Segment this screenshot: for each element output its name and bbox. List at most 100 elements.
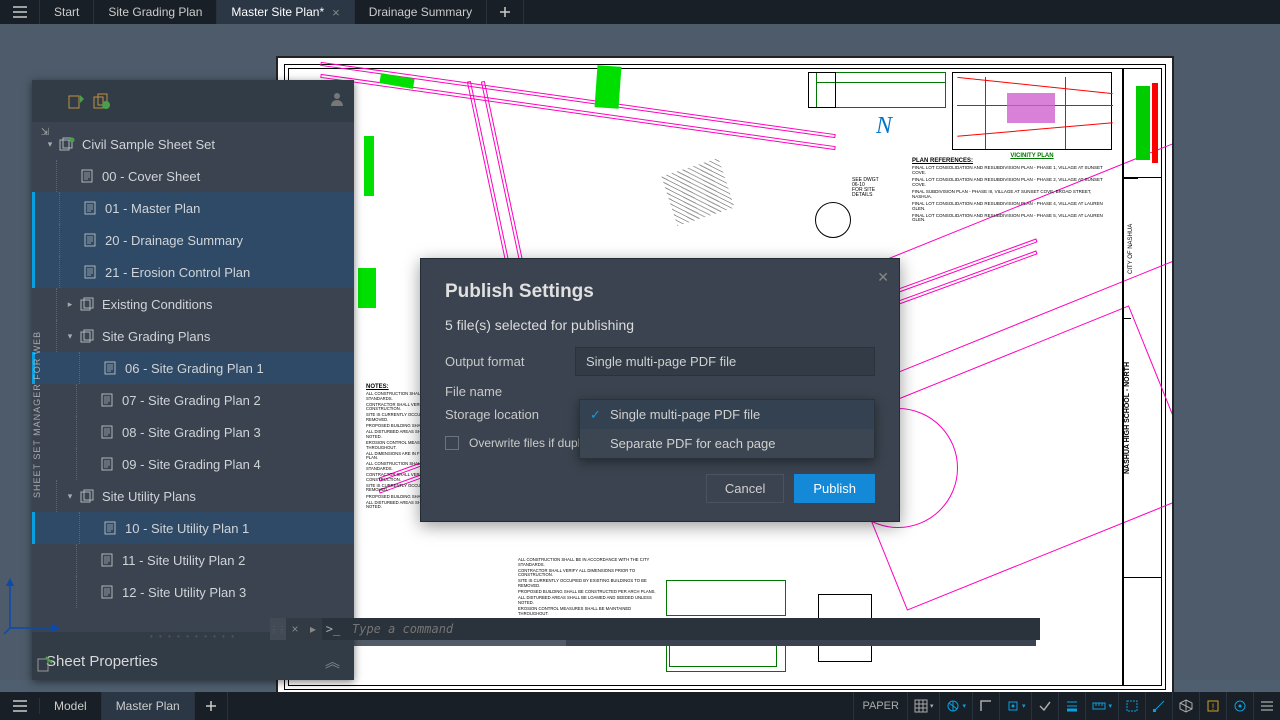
tree-item-label: 09 - Site Grading Plan 4: [122, 457, 261, 472]
layout-tab-active[interactable]: Master Plan: [102, 692, 195, 720]
space-toggle[interactable]: PAPER: [853, 692, 906, 720]
chevron-up-icon[interactable]: ︽: [325, 651, 340, 672]
tree-sheet[interactable]: 00 - Cover Sheet: [32, 160, 354, 192]
new-tab-button[interactable]: [487, 0, 524, 24]
tree-sheet[interactable]: 21 - Erosion Control Plan: [32, 256, 354, 288]
polar-toggle-icon[interactable]: ▾: [939, 692, 972, 720]
tree-sheet[interactable]: 07 - Site Grading Plan 2: [32, 384, 354, 416]
dropdown-option[interactable]: Single multi-page PDF file: [580, 400, 874, 429]
customize-status-icon[interactable]: [1253, 692, 1280, 720]
command-input[interactable]: [344, 618, 1040, 640]
tree-sheet[interactable]: 20 - Drainage Summary: [32, 224, 354, 256]
panel-header: [32, 80, 354, 122]
file-name-label: File name: [445, 384, 575, 399]
tree-item-label: 12 - Site Utility Plan 3: [122, 585, 246, 600]
tree-sheet[interactable]: 10 - Site Utility Plan 1: [32, 512, 354, 544]
tree-subset[interactable]: ▾Site Grading Plans: [32, 320, 354, 352]
tree-item-label: 20 - Drainage Summary: [105, 233, 243, 248]
sheet-set-panel: ✕ ⇤ ⇲ ▾Civil Sample Sheet Set00 - Cover …: [32, 80, 354, 680]
close-icon[interactable]: ×: [286, 622, 304, 636]
missing-ref-icon[interactable]: !: [1199, 692, 1226, 720]
endpoint-toggle-icon[interactable]: [1145, 692, 1172, 720]
tree-item-label: Site Utility Plans: [102, 489, 196, 504]
sheet-set-palette-icon[interactable]: [36, 655, 54, 676]
tree-sheet[interactable]: 09 - Site Grading Plan 4: [32, 448, 354, 480]
checkbox-icon[interactable]: [445, 436, 459, 450]
tree-item-label: 01 - Master Plan: [105, 201, 200, 216]
user-icon[interactable]: [330, 92, 344, 109]
publish-settings-dialog: ✕ Publish Settings 5 file(s) selected fo…: [420, 258, 900, 522]
ortho-toggle-icon[interactable]: [972, 692, 999, 720]
sheet-icon: [81, 232, 99, 248]
units-toggle-icon[interactable]: ▾: [1085, 692, 1118, 720]
layout-menu-button[interactable]: [0, 698, 40, 714]
main-area: SEE DWGT06-10FOR SITEDETAILS N VICINITY …: [0, 24, 1280, 680]
tree-sheet[interactable]: 12 - Site Utility Plan 3: [32, 576, 354, 608]
refresh-sheets-icon[interactable]: [92, 91, 112, 111]
tree-item-label: Civil Sample Sheet Set: [82, 137, 215, 152]
file-tab-active[interactable]: Master Site Plan*×: [217, 0, 354, 24]
close-icon[interactable]: ×: [332, 5, 340, 20]
tree-item-label: Existing Conditions: [102, 297, 213, 312]
close-icon[interactable]: ✕: [877, 269, 889, 286]
grid-toggle-icon[interactable]: ▾: [907, 692, 940, 720]
sheet-icon: [98, 584, 116, 600]
subset-icon: [78, 296, 96, 312]
lineweight-toggle-icon[interactable]: [1058, 692, 1085, 720]
top-tab-bar: Start Site Grading Plan Master Site Plan…: [0, 0, 1280, 24]
tree-item-label: 08 - Site Grading Plan 3: [122, 425, 261, 440]
tree-subset[interactable]: ▸Existing Conditions: [32, 288, 354, 320]
hardware-accel-icon[interactable]: [1226, 692, 1253, 720]
plan-references: PLAN REFERENCES: FINAL LOT CONSOLIDATION…: [912, 158, 1112, 225]
dropdown-option[interactable]: Separate PDF for each page: [580, 429, 874, 458]
osnap-toggle-icon[interactable]: ▾: [999, 692, 1032, 720]
isoplane-toggle-icon[interactable]: [1172, 692, 1199, 720]
panel-title-vertical[interactable]: SHEET SET MANAGER FOR WEB: [32, 294, 52, 534]
tree-sheet[interactable]: 08 - Site Grading Plan 3: [32, 416, 354, 448]
title-block: CITY OF NASHUA NASHUA HIGH SCHOOL - NORT…: [1122, 68, 1162, 686]
bottom-bar: Model Master Plan PAPER ▾ ▾ ▾ ▾ !: [0, 692, 1280, 720]
file-tab-start[interactable]: Start: [40, 0, 94, 24]
command-bar: ⋮⋮ × ▸ >_: [270, 618, 1040, 640]
tree-item-label: 21 - Erosion Control Plan: [105, 265, 250, 280]
otrack-toggle-icon[interactable]: [1031, 692, 1058, 720]
sheet-set-icon: [58, 136, 76, 152]
selection-toggle-icon[interactable]: [1118, 692, 1145, 720]
drag-handle-icon[interactable]: ⋮⋮: [270, 618, 286, 640]
add-layout-button[interactable]: [195, 692, 228, 720]
sheet-icon: [101, 520, 119, 536]
cancel-button[interactable]: Cancel: [706, 474, 784, 503]
file-tab[interactable]: Drainage Summary: [355, 0, 487, 24]
file-tab[interactable]: Site Grading Plan: [94, 0, 217, 24]
tree-subset[interactable]: ▾Site Utility Plans: [32, 480, 354, 512]
chevron-right-icon[interactable]: ▸: [304, 622, 322, 636]
sheet-icon: [81, 200, 99, 216]
tree-sheet[interactable]: 11 - Site Utility Plan 2: [32, 544, 354, 576]
sheet-icon: [98, 424, 116, 440]
tree-item-label: Site Grading Plans: [102, 329, 210, 344]
sheet-icon: [98, 392, 116, 408]
svg-text:!: !: [1212, 702, 1215, 712]
publish-button[interactable]: Publish: [794, 474, 875, 503]
storage-location-label: Storage location: [445, 407, 575, 422]
command-prompt-icon: >_: [322, 618, 344, 640]
publish-sheets-icon[interactable]: [66, 91, 86, 111]
sheet-icon: [78, 168, 96, 184]
tree-sheet[interactable]: 01 - Master Plan: [32, 192, 354, 224]
sheet-tree[interactable]: ▾Civil Sample Sheet Set 00 - Cover Sheet 0…: [32, 122, 354, 632]
sheet-properties-header[interactable]: Sheet Properties ︽: [32, 642, 354, 680]
sheet-icon: [101, 360, 119, 376]
layout-tab-model[interactable]: Model: [40, 692, 102, 720]
dialog-title: Publish Settings: [421, 259, 899, 317]
tree-item-label: 00 - Cover Sheet: [102, 169, 200, 184]
output-format-select[interactable]: Single multi-page PDF file: [575, 347, 875, 376]
status-bar: PAPER ▾ ▾ ▾ ▾ !: [853, 692, 1280, 720]
dialog-subtitle: 5 file(s) selected for publishing: [421, 317, 899, 343]
tree-sheet[interactable]: 06 - Site Grading Plan 1: [32, 352, 354, 384]
sheet-icon: [98, 456, 116, 472]
sheet-icon: [98, 552, 116, 568]
tree-item-label: 11 - Site Utility Plan 2: [122, 553, 245, 568]
tree-item-label: 07 - Site Grading Plan 2: [122, 393, 261, 408]
tree-sheet[interactable]: ▾Civil Sample Sheet Set: [32, 128, 354, 160]
app-menu-button[interactable]: [0, 0, 40, 24]
